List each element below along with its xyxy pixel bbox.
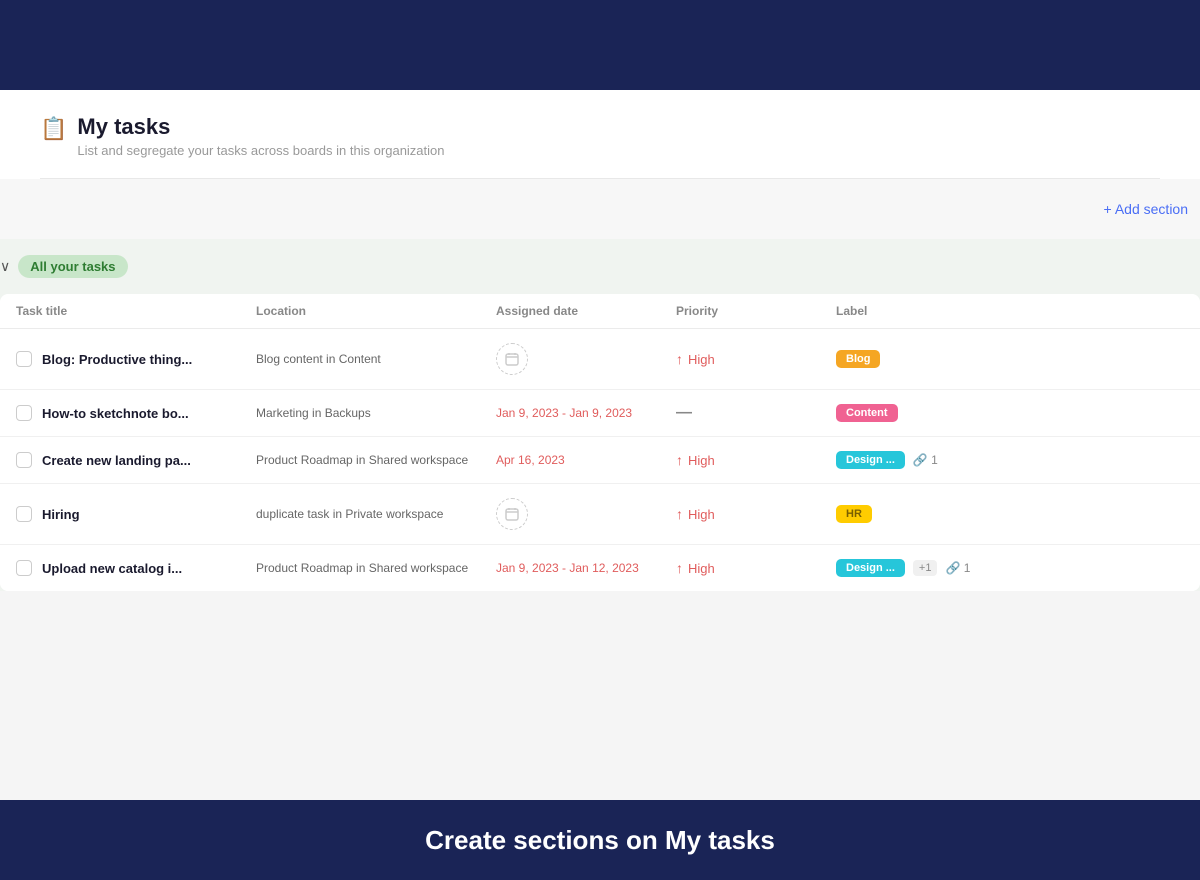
label-badge-2: Content (836, 404, 898, 422)
label-badge-5: Design ... (836, 559, 905, 577)
table-header-row: Task title Location Assigned date Priori… (0, 294, 1200, 329)
priority-up-icon: ↑ (676, 452, 683, 468)
tasks-icon: 📋 (40, 116, 67, 142)
task-date-placeholder-4 (496, 498, 528, 530)
task-priority-2: — (676, 404, 836, 422)
task-title-5[interactable]: Upload new catalog i... (42, 561, 182, 576)
task-location-3: Product Roadmap in Shared workspace (256, 453, 496, 467)
task-location-4: duplicate task in Private workspace (256, 507, 496, 521)
task-date-3: Apr 16, 2023 (496, 453, 676, 467)
task-checkbox-3[interactable] (16, 452, 32, 468)
task-location-2: Marketing in Backups (256, 406, 496, 420)
priority-label-3: High (688, 453, 715, 468)
priority-up-icon: ↑ (676, 506, 683, 522)
task-checkbox-4[interactable] (16, 506, 32, 522)
priority-label-5: High (688, 561, 715, 576)
table-row: Create new landing pa... Product Roadmap… (0, 437, 1200, 484)
task-title-1[interactable]: Blog: Productive thing... (42, 352, 192, 367)
section-title-badge: All your tasks (18, 255, 127, 278)
section-header: ∨ All your tasks (0, 255, 1200, 278)
task-checkbox-2[interactable] (16, 405, 32, 421)
label-badge-1: Blog (836, 350, 880, 368)
task-label-cell-2: Content (836, 404, 1036, 422)
page-subtitle: List and segregate your tasks across boa… (77, 143, 444, 158)
task-title-4[interactable]: Hiring (42, 507, 80, 522)
task-label-cell-4: HR (836, 505, 1036, 523)
task-priority-5: ↑ High (676, 560, 836, 576)
task-checkbox-1[interactable] (16, 351, 32, 367)
task-priority-3: ↑ High (676, 452, 836, 468)
priority-up-icon: ↑ (676, 351, 683, 367)
col-header-priority: Priority (676, 304, 836, 318)
task-location-1: Blog content in Content (256, 352, 496, 366)
task-date-placeholder-1 (496, 343, 528, 375)
task-date-5: Jan 9, 2023 - Jan 12, 2023 (496, 561, 676, 575)
table-row: Blog: Productive thing... Blog content i… (0, 329, 1200, 390)
bottom-banner-text: Create sections on My tasks (425, 825, 775, 856)
priority-up-icon: ↑ (676, 560, 683, 576)
task-priority-4: ↑ High (676, 506, 836, 522)
label-badge-4: HR (836, 505, 872, 523)
table-row: Upload new catalog i... Product Roadmap … (0, 545, 1200, 591)
task-priority-1: ↑ High (676, 351, 836, 367)
priority-label-4: High (688, 507, 715, 522)
col-header-location: Location (256, 304, 496, 318)
page-title: My tasks (77, 114, 444, 140)
bottom-banner: Create sections on My tasks (0, 800, 1200, 880)
label-extra-count-5: +1 (913, 560, 938, 576)
task-title-3[interactable]: Create new landing pa... (42, 453, 191, 468)
task-checkbox-5[interactable] (16, 560, 32, 576)
col-header-label: Label (836, 304, 1036, 318)
attachment-info-3: 🔗 1 (913, 453, 938, 467)
task-label-cell-3: Design ... 🔗 1 (836, 451, 1036, 469)
top-navigation-bar (0, 0, 1200, 90)
task-label-cell-5: Design ... +1 🔗 1 (836, 559, 1036, 577)
task-label-cell-1: Blog (836, 350, 1036, 368)
tasks-section: ∨ All your tasks Task title Location Ass… (0, 239, 1200, 591)
priority-label-1: High (688, 352, 715, 367)
col-header-assigned-date: Assigned date (496, 304, 676, 318)
table-row: Hiring duplicate task in Private workspa… (0, 484, 1200, 545)
task-date-2: Jan 9, 2023 - Jan 9, 2023 (496, 406, 676, 420)
section-collapse-icon[interactable]: ∨ (0, 258, 10, 275)
task-title-2[interactable]: How-to sketchnote bo... (42, 406, 189, 421)
label-badge-3: Design ... (836, 451, 905, 469)
add-section-button[interactable]: + Add section (1092, 195, 1200, 223)
task-location-5: Product Roadmap in Shared workspace (256, 561, 496, 575)
page-header: 📋 My tasks List and segregate your tasks… (40, 114, 1160, 179)
tasks-table: Task title Location Assigned date Priori… (0, 294, 1200, 591)
priority-medium-icon: — (676, 404, 692, 422)
table-row: How-to sketchnote bo... Marketing in Bac… (0, 390, 1200, 437)
attachment-info-5: 🔗 1 (945, 561, 970, 575)
toolbar: + Add section (0, 179, 1200, 239)
col-header-task-title: Task title (16, 304, 256, 318)
